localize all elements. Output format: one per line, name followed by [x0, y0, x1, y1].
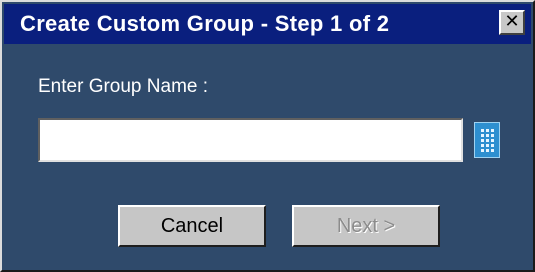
close-button[interactable]: ✕ — [499, 10, 525, 35]
group-name-label: Enter Group Name : — [38, 76, 209, 97]
next-button[interactable]: Next > — [292, 205, 440, 247]
keypad-icon — [481, 129, 494, 152]
create-custom-group-dialog: Create Custom Group - Step 1 of 2 ✕ Ente… — [0, 0, 535, 272]
dialog-titlebar[interactable]: Create Custom Group - Step 1 of 2 ✕ — [4, 4, 531, 44]
dialog-title: Create Custom Group - Step 1 of 2 — [20, 11, 390, 36]
keypad-button[interactable] — [474, 122, 500, 158]
cancel-button[interactable]: Cancel — [118, 205, 266, 247]
group-name-input[interactable] — [38, 118, 463, 162]
close-icon: ✕ — [504, 11, 520, 32]
